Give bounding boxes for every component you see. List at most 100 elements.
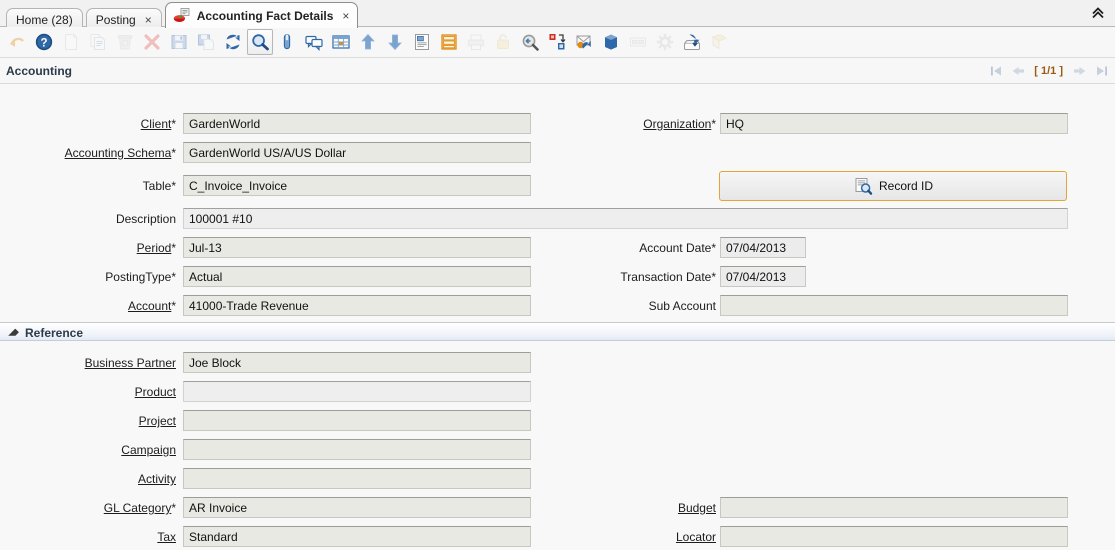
field-input-table[interactable]: C_Invoice_Invoice: [183, 175, 531, 196]
archive-document-button[interactable]: [679, 29, 705, 55]
application-window: Home (28)Posting×Accounting Fact Details…: [0, 0, 1115, 550]
last-record-button[interactable]: [1091, 62, 1111, 80]
field-input-locator[interactable]: [720, 526, 1068, 547]
record-id-lookup-icon: [853, 176, 873, 196]
label-text: Locator: [676, 530, 716, 544]
field-label-postingtype: PostingType*: [0, 266, 176, 288]
last-record-icon: [1095, 65, 1108, 77]
export-button[interactable]: [544, 29, 570, 55]
field-label-tax[interactable]: Tax: [0, 526, 176, 548]
field-input-project[interactable]: [183, 410, 531, 431]
field-input-client[interactable]: GardenWorld: [183, 113, 531, 134]
search-button[interactable]: [247, 29, 273, 55]
print-icon: [466, 32, 486, 52]
label-text: Project: [139, 414, 176, 428]
label-text: Activity: [138, 472, 176, 486]
field-input-tax[interactable]: Standard: [183, 526, 531, 547]
field-input-accounting-schema[interactable]: GardenWorld US/A/US Dollar: [183, 142, 531, 163]
chat-button[interactable]: [301, 29, 327, 55]
field-label-product[interactable]: Product: [0, 381, 176, 403]
parent-record-icon: [358, 32, 378, 52]
print-button: [463, 29, 489, 55]
field-label-gl-category[interactable]: GL Category*: [0, 497, 176, 519]
record-id-button[interactable]: Record ID: [719, 171, 1067, 201]
report-button[interactable]: [409, 29, 435, 55]
delete-record-button: [112, 29, 138, 55]
field-input-postingtype[interactable]: Actual: [183, 266, 531, 287]
save-create-new-button: [193, 29, 219, 55]
record-counter: [ 1/1 ]: [1030, 65, 1067, 77]
field-label-sub-account: Sub Account: [540, 295, 716, 317]
first-record-button[interactable]: [986, 62, 1006, 80]
attachment-button[interactable]: [274, 29, 300, 55]
record-navigation: [ 1/1 ]: [986, 62, 1111, 80]
field-input-campaign[interactable]: [183, 439, 531, 460]
zoom-back-button[interactable]: [517, 29, 543, 55]
field-input-budget[interactable]: [720, 497, 1068, 518]
chevron-double-up-icon: [1090, 6, 1106, 20]
archive-document-icon: [682, 32, 702, 52]
field-label-campaign[interactable]: Campaign: [0, 439, 176, 461]
tab-label: Accounting Fact Details: [197, 10, 334, 22]
lock-button: [490, 29, 516, 55]
label-text: GL Category: [104, 501, 172, 515]
parent-record-button[interactable]: [355, 29, 381, 55]
export-icon: [547, 32, 567, 52]
field-label-locator[interactable]: Locator: [540, 526, 716, 548]
refresh-button[interactable]: [220, 29, 246, 55]
reference-section-header[interactable]: Reference: [0, 322, 1115, 341]
help-button[interactable]: ?: [31, 29, 57, 55]
field-label-accounting-schema[interactable]: Accounting Schema*: [0, 142, 176, 164]
required-marker: *: [711, 117, 716, 131]
zoom-across-button: [706, 29, 732, 55]
field-label-budget[interactable]: Budget: [540, 497, 716, 519]
collapse-toolbar-button[interactable]: [1087, 3, 1109, 23]
field-label-business-partner[interactable]: Business Partner: [0, 352, 176, 374]
field-label-description: Description: [0, 208, 176, 230]
field-input-description[interactable]: 100001 #10: [183, 208, 1068, 229]
archive-icon: [439, 32, 459, 52]
field-input-product[interactable]: [183, 381, 531, 402]
help-icon: ?: [34, 32, 54, 52]
next-record-button[interactable]: [1069, 62, 1089, 80]
field-label-period[interactable]: Period*: [0, 237, 176, 259]
field-label-project[interactable]: Project: [0, 410, 176, 432]
archive-button[interactable]: [436, 29, 462, 55]
field-input-transaction-date[interactable]: 07/04/2013: [720, 266, 806, 287]
tab-close-icon[interactable]: ×: [145, 14, 152, 26]
grid-toggle-icon: [331, 32, 351, 52]
field-label-organization[interactable]: Organization*: [540, 113, 716, 135]
field-input-activity[interactable]: [183, 468, 531, 489]
required-marker: *: [171, 501, 176, 515]
previous-record-button[interactable]: [1008, 62, 1028, 80]
field-input-organization[interactable]: HQ: [720, 113, 1068, 134]
tab-close-icon[interactable]: ×: [342, 10, 349, 22]
window-header: Accounting [ 1/1 ]: [0, 58, 1115, 84]
field-label-account[interactable]: Account*: [0, 295, 176, 317]
tab-accounting-fact-details[interactable]: Accounting Fact Details ×: [165, 2, 359, 28]
field-input-business-partner[interactable]: Joe Block: [183, 352, 531, 373]
label-text: Tax: [157, 530, 176, 544]
field-label-transaction-date: Transaction Date*: [540, 266, 716, 288]
field-input-account[interactable]: 41000-Trade Revenue: [183, 295, 531, 316]
new-record-button: [58, 29, 84, 55]
field-label-activity[interactable]: Activity: [0, 468, 176, 490]
form-area: Client* GardenWorld Organization*HQ Account…: [0, 84, 1115, 550]
field-input-account-date[interactable]: 07/04/2013: [720, 237, 806, 258]
delete-record-icon: [115, 32, 135, 52]
label-text: Product: [135, 385, 176, 399]
detail-record-button[interactable]: [382, 29, 408, 55]
detail-record-icon: [385, 32, 405, 52]
field-input-period[interactable]: Jul-13: [183, 237, 531, 258]
product-info-button[interactable]: [598, 29, 624, 55]
window-layout-icon: [628, 32, 648, 52]
request-button[interactable]: [571, 29, 597, 55]
required-marker: *: [711, 241, 716, 255]
grid-toggle-button[interactable]: [328, 29, 354, 55]
undo-button: [4, 29, 30, 55]
field-input-gl-category[interactable]: AR Invoice: [183, 497, 531, 518]
field-label-client[interactable]: Client*: [0, 113, 176, 135]
field-input-sub-account[interactable]: [720, 295, 1068, 316]
new-record-icon: [61, 32, 81, 52]
svg-text:?: ?: [40, 38, 47, 50]
